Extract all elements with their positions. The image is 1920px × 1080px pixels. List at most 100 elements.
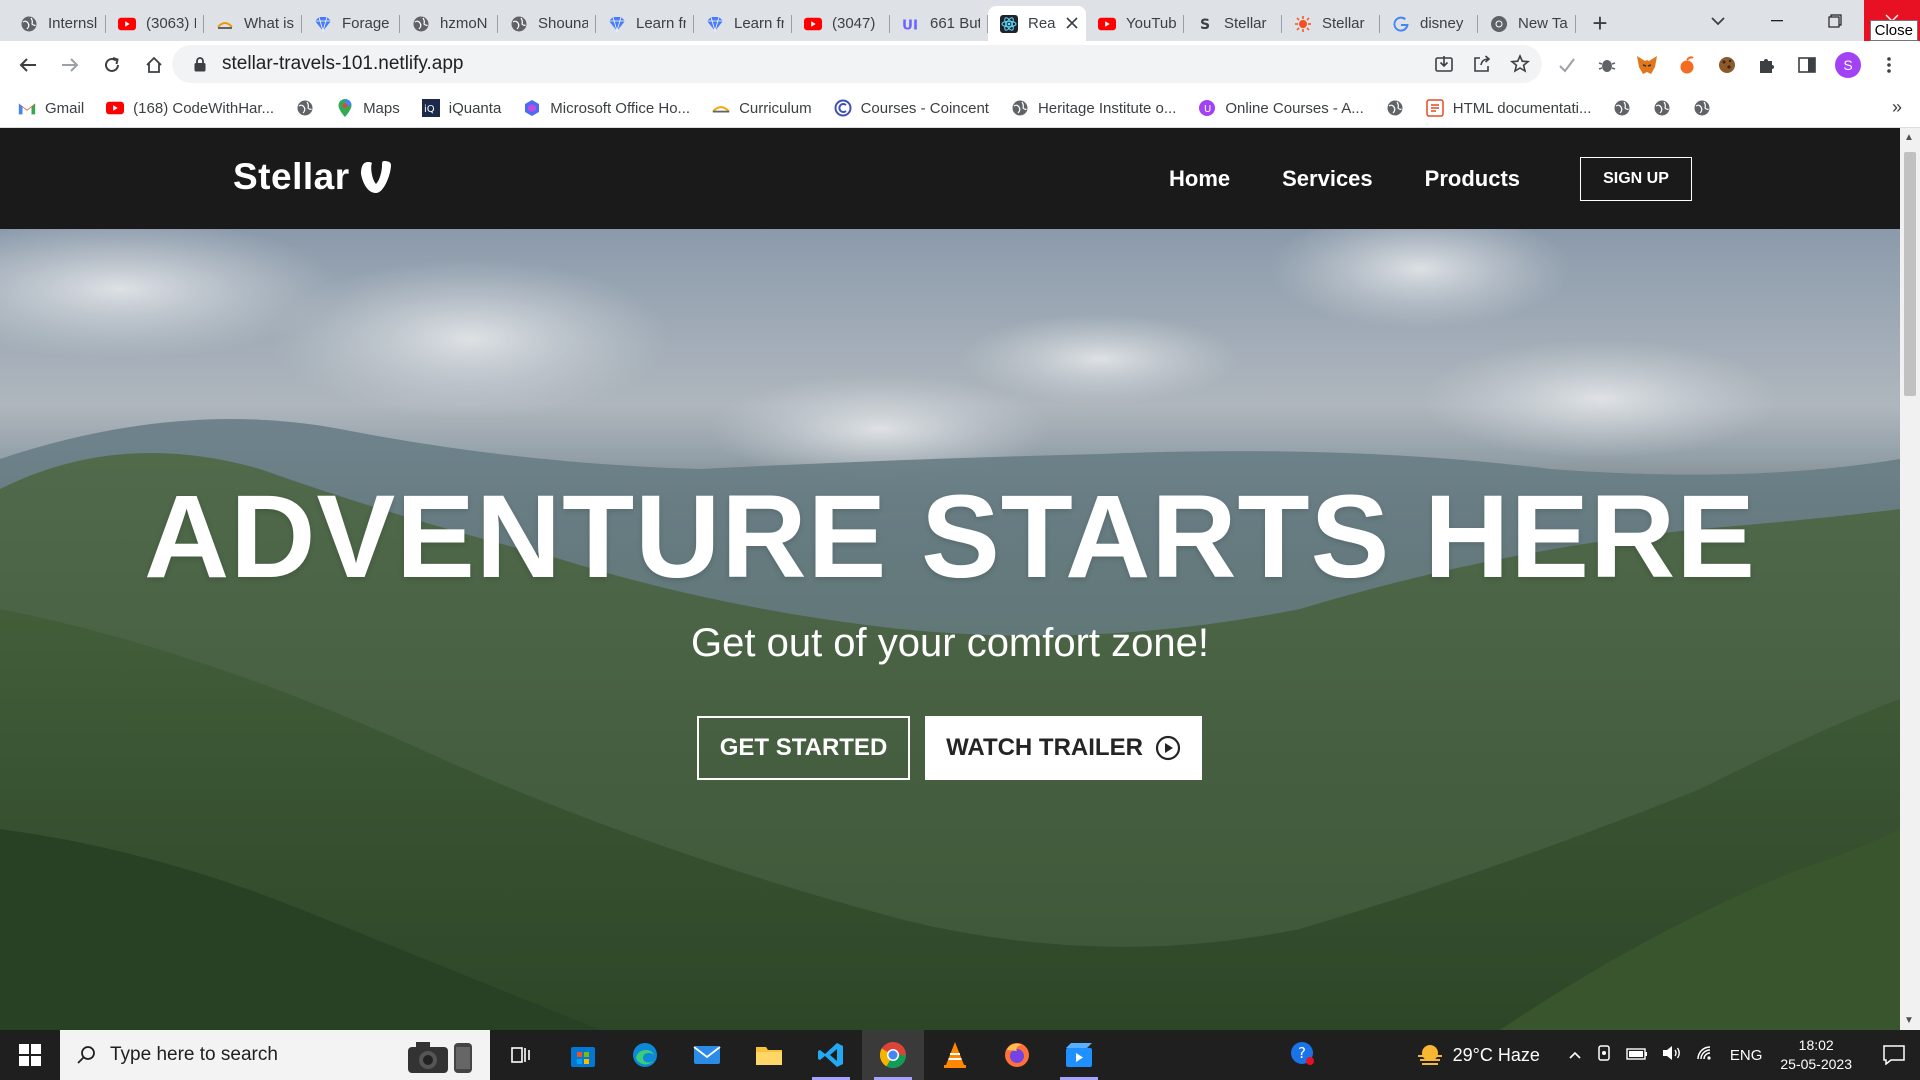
bookmark-item[interactable]: [1653, 99, 1671, 117]
browser-tab[interactable]: Learn fr: [596, 6, 694, 41]
browser-tab-strip: Internsl (3063) I What is Forage hzmoN Shouna…: [0, 0, 1920, 41]
get-started-button[interactable]: GET STARTED: [697, 716, 910, 780]
metamask-fox-icon[interactable]: [1635, 53, 1659, 77]
orange-extension-icon[interactable]: [1675, 53, 1699, 77]
browser-tab-active[interactable]: Rea: [988, 6, 1086, 41]
site-logo[interactable]: Stellar: [233, 156, 392, 198]
new-tab-button[interactable]: +: [1580, 6, 1620, 41]
extensions-puzzle-icon[interactable]: [1755, 53, 1779, 77]
show-hidden-icons-chevron-icon[interactable]: [1568, 1047, 1582, 1064]
wifi-icon[interactable]: [1696, 1045, 1716, 1065]
taskbar-vlc-app[interactable]: [924, 1030, 986, 1080]
bookmark-item[interactable]: Curriculum: [712, 99, 812, 117]
device-tray-icon[interactable]: [1596, 1044, 1612, 1066]
cookie-extension-icon[interactable]: [1715, 53, 1739, 77]
notification-center-button[interactable]: [1874, 1045, 1914, 1065]
nav-services-link[interactable]: Services: [1282, 166, 1373, 192]
browser-tab[interactable]: hzmoN: [400, 6, 498, 41]
nav-products-link[interactable]: Products: [1425, 166, 1520, 192]
scroll-down-arrow-icon[interactable]: ▼: [1904, 1015, 1914, 1026]
system-clock[interactable]: 18:02 25-05-2023: [1780, 1036, 1852, 1074]
start-button[interactable]: [0, 1030, 60, 1080]
browser-tab[interactable]: (3063) I: [106, 6, 204, 41]
bug-extension-icon[interactable]: [1595, 53, 1619, 77]
bookmark-item[interactable]: Heritage Institute o...: [1011, 99, 1176, 117]
forward-button[interactable]: [50, 45, 90, 85]
taskbar-video-editor-app[interactable]: [1048, 1030, 1110, 1080]
haze-sun-icon: [1417, 1045, 1442, 1065]
browser-tab[interactable]: UI 661 But: [890, 6, 988, 41]
home-button[interactable]: [134, 45, 174, 85]
bookmark-item[interactable]: Gmail: [18, 99, 84, 117]
language-indicator[interactable]: ENG: [1730, 1047, 1763, 1064]
scroll-up-arrow-icon[interactable]: ▲: [1904, 132, 1914, 143]
side-panel-icon[interactable]: [1795, 53, 1819, 77]
back-button[interactable]: [8, 45, 48, 85]
page-scrollbar[interactable]: ▲ ▼: [1900, 128, 1920, 1030]
react-icon: [1000, 14, 1018, 33]
taskbar-edge-app[interactable]: [614, 1030, 676, 1080]
site-navbar: Stellar Home Services Products SIGN UP: [0, 128, 1900, 229]
bookmark-label: iQuanta: [448, 99, 502, 117]
home-icon: [146, 56, 162, 73]
browser-menu-icon[interactable]: [1877, 53, 1901, 77]
profile-avatar[interactable]: S: [1835, 52, 1861, 78]
browser-tab[interactable]: Internsl: [8, 6, 106, 41]
bookmark-item[interactable]: Microsoft Office Ho...: [523, 99, 690, 117]
taskbar-firefox-app[interactable]: [986, 1030, 1048, 1080]
sign-up-button[interactable]: SIGN UP: [1580, 157, 1692, 201]
back-arrow-icon: [19, 58, 36, 72]
browser-tab[interactable]: (3047): [792, 6, 890, 41]
battery-icon[interactable]: [1626, 1047, 1648, 1064]
restore-button[interactable]: [1806, 0, 1864, 41]
taskbar-vscode-app[interactable]: [800, 1030, 862, 1080]
taskbar-mail-app[interactable]: [676, 1030, 738, 1080]
scrollbar-thumb[interactable]: [1904, 152, 1916, 396]
browser-tab[interactable]: Stellar: [1282, 6, 1380, 41]
browser-tab[interactable]: Shouna: [498, 6, 596, 41]
browser-tab[interactable]: Forage: [302, 6, 400, 41]
share-icon[interactable]: [1470, 52, 1494, 76]
browser-tab[interactable]: YouTub: [1086, 6, 1184, 41]
taskbar-file-explorer-app[interactable]: [738, 1030, 800, 1080]
tab-title: Rea: [1028, 15, 1056, 32]
bookmark-item[interactable]: [296, 99, 314, 117]
address-bar[interactable]: stellar-travels-101.netlify.app: [172, 45, 1542, 83]
tab-title: 661 But: [930, 15, 980, 32]
taskbar-store-app[interactable]: [552, 1030, 614, 1080]
reload-button[interactable]: [92, 45, 132, 85]
browser-tab[interactable]: New Ta: [1478, 6, 1576, 41]
site-icon: [216, 15, 234, 33]
bookmark-item[interactable]: (168) CodeWithHar...: [106, 99, 274, 117]
lock-icon[interactable]: [190, 54, 210, 74]
taskbar-chrome-app[interactable]: [862, 1030, 924, 1080]
bookmark-item[interactable]: Maps: [336, 99, 400, 117]
task-view-button[interactable]: [490, 1030, 552, 1080]
bookmark-item[interactable]: HTML documentati...: [1426, 99, 1591, 117]
watch-trailer-button[interactable]: WATCH TRAILER: [925, 716, 1202, 780]
taskbar-search-box[interactable]: Type here to search: [60, 1030, 490, 1080]
bookmark-item[interactable]: U Online Courses - A...: [1198, 99, 1364, 117]
online-courses-icon: U: [1198, 99, 1216, 117]
checkmark-extension-icon[interactable]: [1555, 53, 1579, 77]
nav-home-link[interactable]: Home: [1169, 166, 1230, 192]
tab-search-chevron-icon[interactable]: [1700, 6, 1736, 36]
url-text[interactable]: stellar-travels-101.netlify.app: [222, 53, 463, 75]
browser-tab[interactable]: disney: [1380, 6, 1478, 41]
bookmark-item[interactable]: [1386, 99, 1404, 117]
browser-tab[interactable]: Learn fr: [694, 6, 792, 41]
minimize-button[interactable]: [1748, 0, 1806, 41]
browser-tab[interactable]: What is: [204, 6, 302, 41]
bookmark-item[interactable]: [1613, 99, 1631, 117]
weather-widget[interactable]: 29°C Haze: [1415, 1043, 1540, 1067]
bookmark-item[interactable]: Courses - Coincent: [834, 99, 989, 117]
bookmark-star-icon[interactable]: [1508, 52, 1532, 76]
install-app-icon[interactable]: [1432, 52, 1456, 76]
browser-tab[interactable]: S Stellar: [1184, 6, 1282, 41]
bookmarks-overflow-button[interactable]: »: [1892, 97, 1902, 118]
volume-icon[interactable]: [1662, 1045, 1682, 1065]
help-tray-icon[interactable]: ?: [1289, 1040, 1315, 1071]
bookmark-item[interactable]: iQ iQuanta: [421, 99, 502, 117]
bookmark-item[interactable]: [1693, 99, 1711, 117]
close-tab-icon[interactable]: [1066, 14, 1078, 34]
